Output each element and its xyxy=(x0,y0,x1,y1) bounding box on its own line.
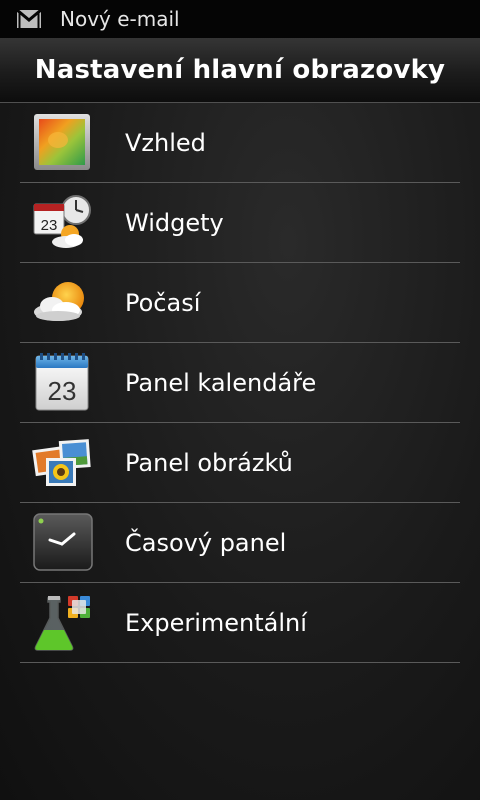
title-bar: Nastavení hlavní obrazovky xyxy=(0,38,480,103)
menu-item-appearance[interactable]: Vzhled xyxy=(20,103,460,183)
pictures-icon xyxy=(30,430,94,494)
clock-icon xyxy=(30,510,94,574)
menu-item-label: Vzhled xyxy=(125,128,206,157)
menu-item-clock[interactable]: Časový panel xyxy=(20,503,460,583)
menu-item-experimental[interactable]: Experimentální xyxy=(20,583,460,663)
menu-item-widgets[interactable]: 23 Widgety xyxy=(20,183,460,263)
menu-item-label: Panel kalendáře xyxy=(125,368,317,397)
page-title: Nastavení hlavní obrazovky xyxy=(34,55,446,85)
calendar-day: 23 xyxy=(48,376,77,406)
menu-item-calendar[interactable]: 23 Panel kalendáře xyxy=(20,343,460,423)
calendar-icon: 23 xyxy=(30,350,94,414)
widget-calendar-day: 23 xyxy=(41,217,58,234)
appearance-icon xyxy=(30,110,94,174)
gmail-icon xyxy=(16,9,42,28)
menu-item-label: Panel obrázků xyxy=(125,448,293,477)
menu-item-label: Počasí xyxy=(125,288,201,317)
settings-list: Vzhled 23 Widgety Počasí 23 Panel kalend… xyxy=(0,103,480,800)
weather-icon xyxy=(30,270,94,334)
menu-item-weather[interactable]: Počasí xyxy=(20,263,460,343)
notification-text: Nový e-mail xyxy=(60,7,180,31)
flask-icon xyxy=(30,590,94,654)
menu-item-label: Widgety xyxy=(125,208,224,237)
widgets-icon: 23 xyxy=(30,190,94,254)
menu-item-label: Časový panel xyxy=(125,528,287,557)
menu-item-pictures[interactable]: Panel obrázků xyxy=(20,423,460,503)
status-bar[interactable]: Nový e-mail xyxy=(0,0,480,38)
menu-item-label: Experimentální xyxy=(125,608,307,637)
